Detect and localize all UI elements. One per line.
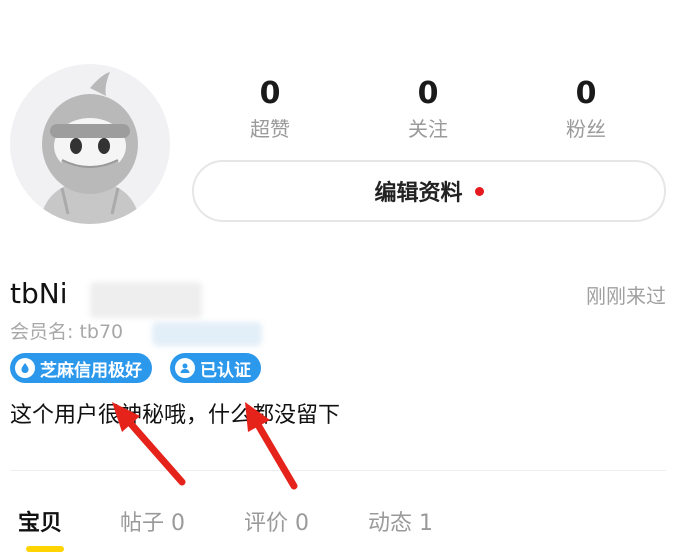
stat-followers-value: 0 — [575, 76, 597, 111]
stat-followers-label: 粉丝 — [566, 117, 606, 141]
edit-profile-label: 编辑资料 — [374, 181, 463, 206]
verified-person-icon — [175, 358, 195, 378]
edit-profile-button[interactable]: 编辑资料 — [192, 160, 666, 222]
username: tbNi — [10, 277, 68, 310]
member-name: 会员名: tb70 — [10, 321, 124, 343]
stat-likes-value: 0 — [259, 76, 281, 111]
verified-label: 已认证 — [200, 360, 251, 381]
verified-badge[interactable]: 已认证 — [170, 353, 261, 383]
notification-dot — [474, 186, 484, 196]
last-seen-text: 刚刚来过 — [586, 284, 666, 308]
stat-following-label: 关注 — [408, 117, 448, 141]
avatar[interactable] — [10, 64, 170, 224]
stat-likes[interactable]: 0 超赞 — [220, 74, 320, 144]
bio-text: 这个用户很神秘哦，什么都没留下 — [10, 403, 341, 428]
tab-activity[interactable]: 动态 1 — [368, 508, 433, 540]
ninja-avatar-icon — [40, 72, 140, 224]
stat-likes-label: 超赞 — [250, 117, 290, 141]
active-tab-underline — [26, 546, 64, 552]
tab-items[interactable]: 宝贝 — [18, 508, 62, 540]
stat-followers[interactable]: 0 粉丝 — [536, 74, 636, 144]
stat-following[interactable]: 0 关注 — [378, 74, 478, 144]
sesame-credit-badge[interactable]: 芝麻信用极好 — [10, 353, 152, 383]
sesame-drop-icon — [15, 358, 35, 378]
tab-posts[interactable]: 帖子 0 — [120, 508, 185, 540]
sesame-credit-label: 芝麻信用极好 — [40, 360, 142, 381]
tab-reviews[interactable]: 评价 0 — [244, 508, 309, 540]
redacted-member-blur — [152, 322, 262, 346]
redacted-name-blur — [90, 282, 202, 318]
divider — [10, 470, 666, 471]
stat-following-value: 0 — [417, 76, 439, 111]
